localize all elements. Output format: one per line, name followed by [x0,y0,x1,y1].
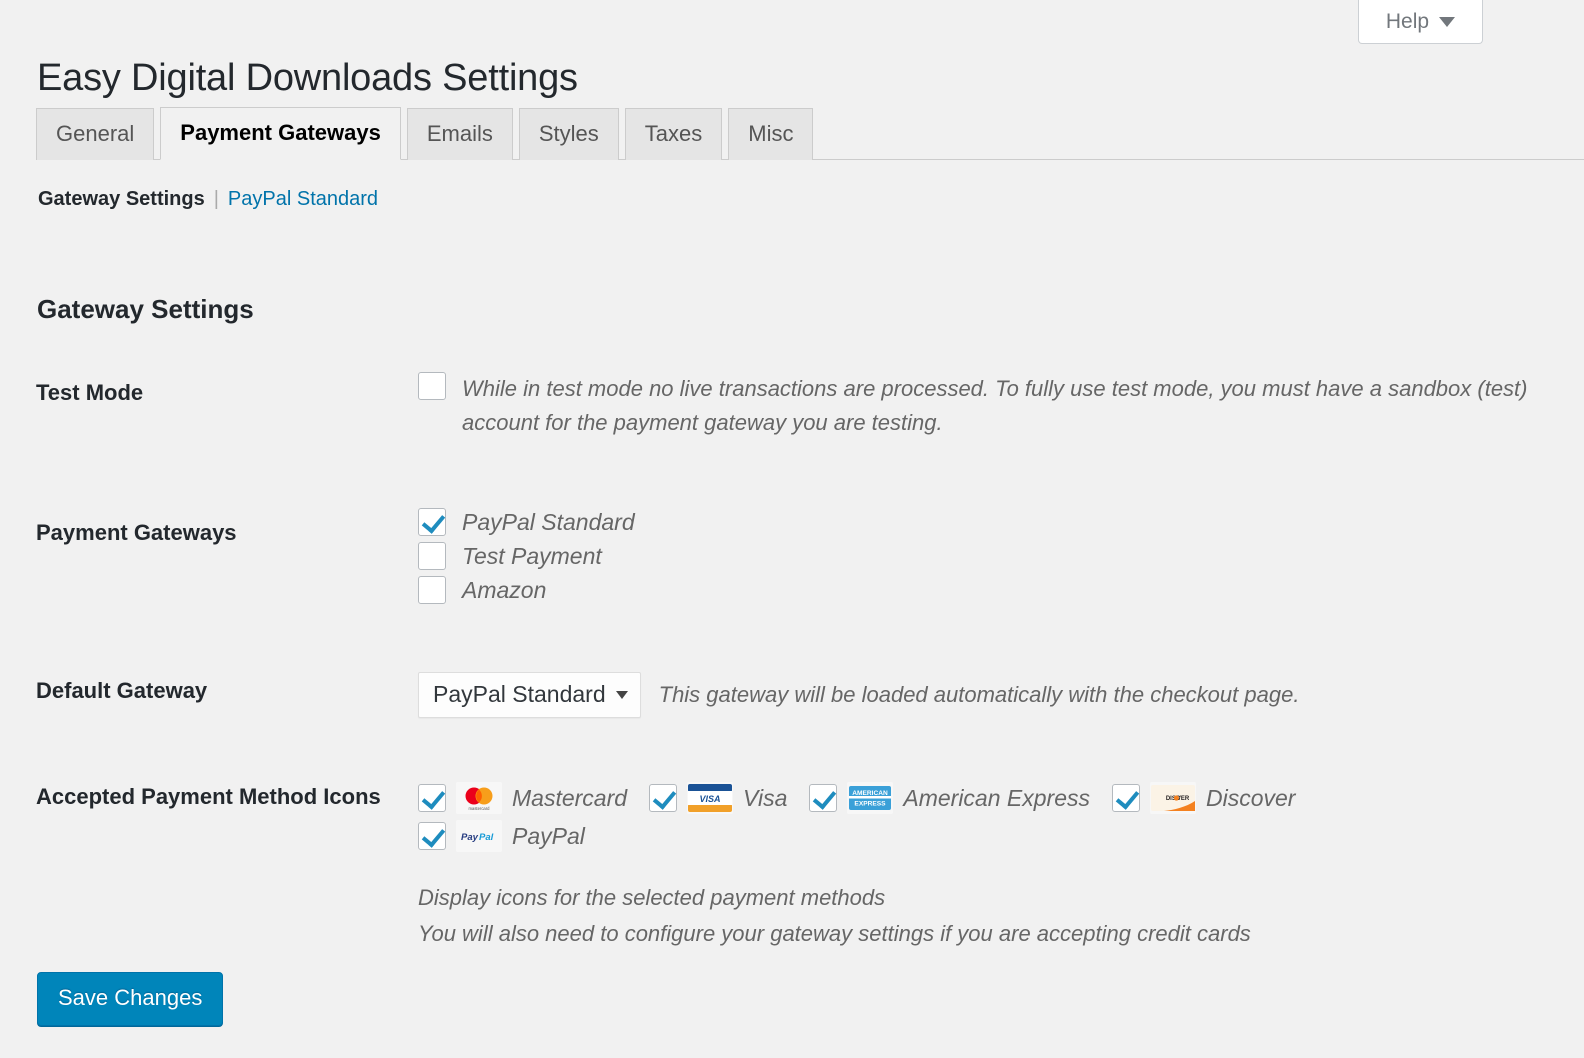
payment-icon-option: mastercard Mastercard [418,782,628,815]
payment-method-icons-list: mastercard Mastercard VISA Visa AMERICAN EXPR… [418,782,1368,858]
gateway-option: PayPal Standard [418,508,1548,537]
payment-icon-checkbox-discover[interactable] [1112,784,1140,813]
gateway-checkbox-amazon[interactable] [418,576,446,605]
row-payment-method-icons: Accepted Payment Method Icons mastercard… [36,770,1548,951]
default-gateway-select[interactable]: PayPal Standard [418,672,641,719]
test-mode-checkbox[interactable] [418,372,446,400]
default-gateway-value: PayPal Standard [433,681,606,708]
settings-tabs: General Payment Gateways Emails Styles Taxes… [36,104,1584,160]
save-button[interactable]: Save Changes [37,972,224,1026]
page-title: Easy Digital Downloads Settings [37,57,578,100]
tab-taxes[interactable]: Taxes [624,108,723,160]
amex-icon: AMERICAN EXPRESS [847,782,894,815]
label-default-gateway: Default Gateway [36,678,208,704]
test-mode-description: While in test mode no live transactions … [462,376,1528,436]
subnav-current: Gateway Settings [38,188,205,210]
tab-emails[interactable]: Emails [406,108,513,160]
settings-form: Test Mode While in test mode no live tra… [36,360,1548,951]
payment-icon-label: Discover [1206,784,1296,811]
payment-icon-option: VISA Visa [649,782,788,815]
payment-icon-label: Visa [743,784,788,811]
payment-icon-checkbox-american-express[interactable] [809,784,838,813]
svg-text:VISA: VISA [700,794,721,804]
settings-page: Help Easy Digital Downloads Settings Gen… [0,0,1584,1058]
help-button[interactable]: Help [1358,0,1483,44]
subnav-separator: | [213,188,219,210]
visa-icon: VISA [687,782,734,815]
payment-method-icons-description: Display icons for the selected payment m… [418,880,1548,951]
svg-text:mastercard: mastercard [469,806,491,811]
gateway-option: Test Payment [418,542,1548,571]
payment-icon-option: AMERICAN EXPRESS American Express [809,782,1090,815]
payment-icons-description-line: Display icons for the selected payment m… [418,885,886,911]
mastercard-icon: mastercard [456,782,502,815]
payment-icon-label: Mastercard [512,784,628,811]
gateway-option: Amazon [418,576,1548,605]
label-test-mode: Test Mode [36,380,144,405]
tab-misc[interactable]: Misc [728,108,814,160]
svg-text:AMERICAN: AMERICAN [853,790,889,797]
gateway-label: PayPal Standard [462,508,635,535]
payment-icon-option: DISC VER Discover [1112,782,1296,815]
row-test-mode: Test Mode While in test mode no live tra… [36,360,1548,440]
help-label: Help [1385,9,1430,33]
payment-icon-checkbox-paypal[interactable] [418,822,446,851]
gateway-checkbox-paypal-standard[interactable] [418,508,446,537]
payment-icon-label: American Express [903,784,1090,811]
gateway-label: Test Payment [462,542,602,569]
subnav-link-paypal-standard[interactable]: PayPal Standard [228,188,378,211]
payment-icon-checkbox-mastercard[interactable] [418,784,446,813]
row-default-gateway: Default Gateway PayPal Standard This gat… [36,660,1548,719]
label-payment-method-icons: Accepted Payment Method Icons [36,784,381,810]
chevron-down-icon [1439,16,1456,27]
row-payment-gateways: Payment Gateways PayPal Standard Test Pay… [36,496,1548,605]
svg-text:EXPRESS: EXPRESS [855,801,887,808]
payment-icon-checkbox-visa[interactable] [649,784,678,813]
discover-icon: DISC VER [1150,782,1196,815]
label-payment-gateways: Payment Gateways [36,520,237,546]
payment-icon-option: Pay Pal PayPal [418,820,585,853]
payment-icon-label: PayPal [512,822,585,849]
tab-payment-gateways[interactable]: Payment Gateways [160,107,401,160]
paypal-icon: Pay Pal [456,820,502,853]
chevron-down-icon [615,690,628,699]
gateway-label: Amazon [462,576,547,603]
gateway-checkbox-test-payment[interactable] [418,542,446,571]
payment-icons-description-line: You will also need to configure your gat… [418,920,1251,946]
section-heading: Gateway Settings [37,293,254,324]
tab-general[interactable]: General [36,108,155,160]
tab-styles[interactable]: Styles [518,108,619,160]
svg-text:Pay: Pay [461,832,479,843]
payment-gateways-list: PayPal Standard Test Payment Amazon [418,508,1548,605]
default-gateway-description: This gateway will be loaded automaticall… [658,682,1300,708]
svg-text:Pal: Pal [479,832,494,843]
breadcrumb: Gateway Settings | PayPal Standard [38,188,378,211]
